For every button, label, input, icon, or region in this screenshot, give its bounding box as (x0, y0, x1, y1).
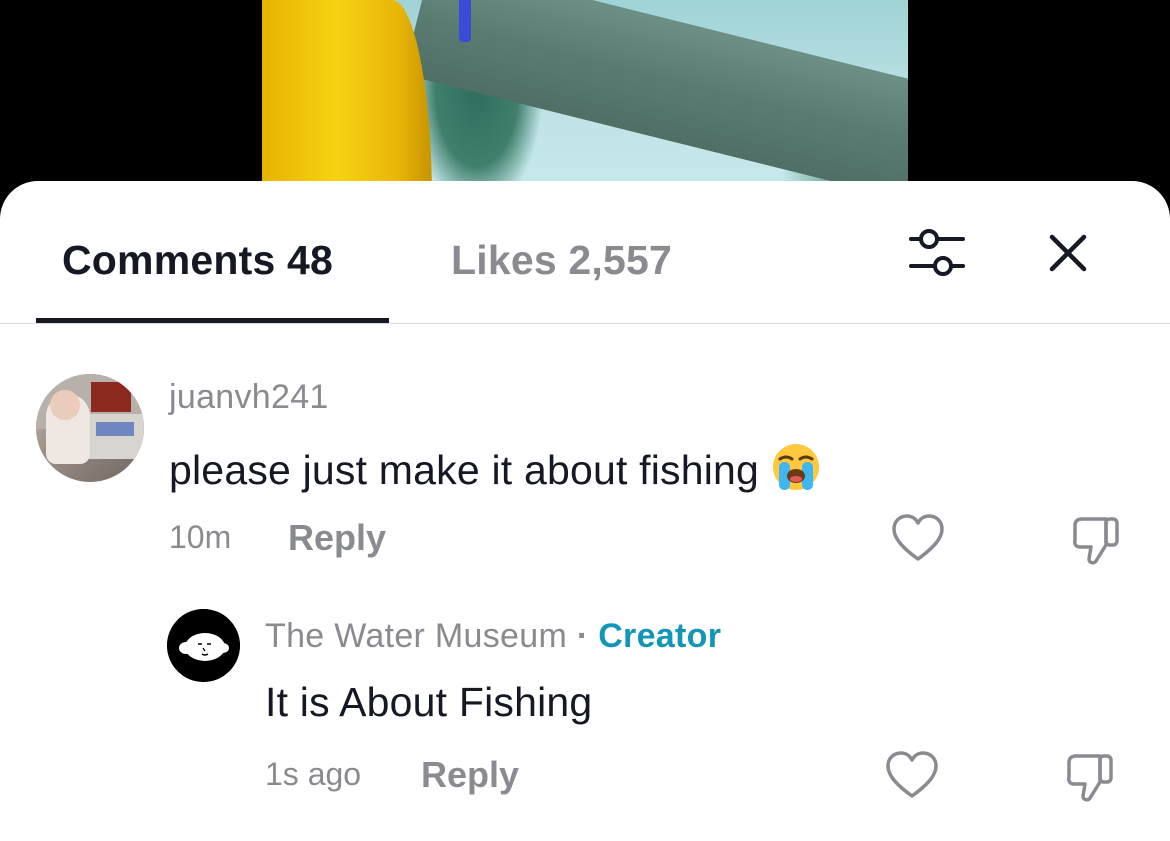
tabs-divider (0, 323, 1170, 324)
video-blue-stick (459, 0, 471, 42)
avatar[interactable] (167, 609, 240, 682)
heart-outline-icon[interactable] (884, 750, 940, 802)
tab-comments[interactable]: Comments 48 (62, 237, 333, 284)
reply-button[interactable]: Reply (288, 517, 386, 559)
thumbs-down-icon[interactable] (1069, 515, 1125, 567)
separator-dot: · (576, 617, 589, 655)
avatar-detail (50, 390, 80, 420)
reply-button[interactable]: Reply (421, 754, 519, 796)
loudly-crying-face-emoji-icon (771, 442, 821, 502)
thumbs-down-icon[interactable] (1063, 752, 1119, 804)
avatar[interactable] (36, 374, 144, 482)
sliders-icon[interactable] (905, 225, 967, 281)
reply-username-row: The Water Museum · Creator (265, 617, 721, 656)
video-yellow-figure (262, 0, 432, 200)
creator-badge: Creator (598, 617, 722, 655)
reply-text: It is About Fishing (265, 679, 593, 725)
close-icon[interactable] (1044, 229, 1092, 277)
comment-timestamp: 10m (169, 519, 232, 555)
comment-username[interactable]: juanvh241 (169, 378, 329, 417)
video-frame[interactable] (262, 0, 908, 200)
comments-sheet: Comments 48 Likes 2,557 juanvh241 please… (0, 181, 1170, 841)
heart-outline-icon[interactable] (890, 513, 946, 565)
reply-timestamp: 1s ago (265, 756, 362, 792)
tab-likes[interactable]: Likes 2,557 (451, 237, 672, 284)
reply-username[interactable]: The Water Museum (265, 617, 567, 655)
tab-bar: Comments 48 Likes 2,557 (0, 181, 1170, 324)
comment-text-row: please just make it about fishing (169, 442, 821, 502)
comment-text: please just make it about fishing (169, 447, 760, 493)
avatar-detail (96, 422, 134, 436)
avatar-detail (91, 382, 131, 412)
